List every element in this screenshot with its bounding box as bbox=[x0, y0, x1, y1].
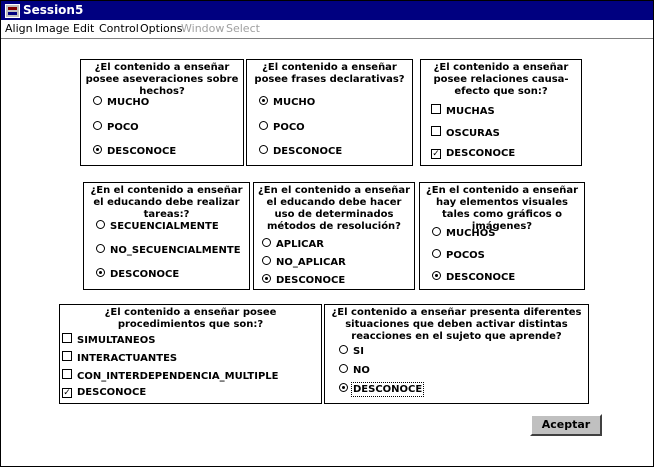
question-panel-situaciones: ¿El contenido a enseñar presenta diferen… bbox=[324, 304, 589, 404]
question-label: ¿El contenido a enseñar posee frases dec… bbox=[254, 62, 405, 85]
option-desconoce[interactable]: DESCONOCE bbox=[432, 271, 515, 283]
radio-button-selected[interactable] bbox=[96, 268, 105, 277]
option-no-aplicar[interactable]: NO_APLICAR bbox=[262, 256, 346, 268]
question-label: ¿El contenido a enseñar posee relaciones… bbox=[433, 62, 569, 97]
radio-button[interactable] bbox=[93, 121, 102, 130]
option-muchas[interactable]: MUCHAS bbox=[431, 104, 495, 117]
menu-window: Window bbox=[181, 22, 225, 35]
checkbox[interactable] bbox=[62, 351, 72, 361]
checkbox[interactable] bbox=[62, 333, 72, 343]
option-mucho[interactable]: MUCHO bbox=[93, 96, 149, 108]
menu-image[interactable]: Image bbox=[35, 22, 69, 35]
window-title: Session5 bbox=[23, 3, 84, 17]
radio-button-selected[interactable] bbox=[432, 271, 441, 280]
question-panel-hechos: ¿El contenido a enseñar posee aseveracio… bbox=[80, 59, 244, 166]
menu-bar: Align Image Edit Control Options Window … bbox=[1, 20, 653, 39]
radio-button[interactable] bbox=[339, 364, 348, 373]
option-desconoce[interactable]: DESCONOCE bbox=[339, 382, 425, 397]
question-label: ¿El contenido a enseñar posee procedimie… bbox=[104, 307, 277, 330]
option-muchos[interactable]: MUCHOS bbox=[432, 227, 495, 239]
question-label: ¿El contenido a enseñar posee aseveracio… bbox=[85, 62, 239, 97]
radio-button[interactable] bbox=[262, 238, 271, 247]
option-mucho[interactable]: MUCHO bbox=[259, 96, 315, 108]
checkbox-checked[interactable]: ✓ bbox=[431, 149, 441, 159]
option-si[interactable]: SI bbox=[339, 345, 364, 357]
checkbox[interactable] bbox=[431, 104, 441, 114]
menu-options[interactable]: Options bbox=[140, 22, 182, 35]
radio-button[interactable] bbox=[96, 244, 105, 253]
option-oscuras[interactable]: OSCURAS bbox=[431, 126, 500, 139]
menu-control[interactable]: Control bbox=[99, 22, 139, 35]
option-desconoce[interactable]: DESCONOCE bbox=[262, 274, 345, 286]
option-desconoce[interactable]: DESCONOCE bbox=[93, 145, 176, 157]
radio-button-selected[interactable] bbox=[339, 383, 348, 392]
option-poco[interactable]: POCO bbox=[93, 121, 139, 133]
question-panel-causa-efecto: ¿El contenido a enseñar posee relaciones… bbox=[420, 59, 582, 166]
radio-button[interactable] bbox=[339, 345, 348, 354]
radio-button[interactable] bbox=[432, 227, 441, 236]
option-desconoce[interactable]: DESCONOCE bbox=[96, 268, 179, 280]
question-panel-tareas: ¿En el contenido a enseñar el educando d… bbox=[83, 182, 250, 290]
option-desconoce[interactable]: DESCONOCE bbox=[259, 145, 342, 157]
session-window: Session5 Align Image Edit Control Option… bbox=[0, 0, 654, 467]
radio-button[interactable] bbox=[96, 220, 105, 229]
checkbox-checked[interactable]: ✓ bbox=[62, 388, 72, 398]
menu-select: Select bbox=[226, 22, 260, 35]
radio-button[interactable] bbox=[259, 145, 268, 154]
question-panel-procedimientos: ¿El contenido a enseñar posee procedimie… bbox=[59, 304, 322, 404]
menu-edit[interactable]: Edit bbox=[73, 22, 94, 35]
option-simultaneos[interactable]: SIMULTANEOS bbox=[62, 333, 155, 346]
option-aplicar[interactable]: APLICAR bbox=[262, 238, 324, 250]
question-panel-metodos: ¿En el contenido a enseñar el educando d… bbox=[253, 182, 415, 290]
radio-button-selected[interactable] bbox=[93, 145, 102, 154]
checkbox[interactable] bbox=[431, 126, 441, 136]
title-bar[interactable]: Session5 bbox=[1, 1, 653, 20]
question-label: ¿En el contenido a enseñar el educando d… bbox=[90, 185, 243, 220]
option-secuencialmente[interactable]: SECUENCIALMENTE bbox=[96, 220, 219, 232]
radio-button[interactable] bbox=[259, 121, 268, 130]
question-label: ¿En el contenido a enseñar el educando d… bbox=[257, 185, 411, 232]
radio-button[interactable] bbox=[432, 249, 441, 258]
accept-button[interactable]: Aceptar bbox=[530, 414, 602, 436]
radio-button[interactable] bbox=[93, 96, 102, 105]
option-no-secuencialmente[interactable]: NO_SECUENCIALMENTE bbox=[96, 244, 241, 256]
menu-align[interactable]: Align bbox=[5, 22, 33, 35]
option-interactuantes[interactable]: INTERACTUANTES bbox=[62, 351, 177, 364]
question-label: ¿En el contenido a enseñar hay elementos… bbox=[425, 185, 579, 232]
option-con-interdependencia-multiple[interactable]: CON_INTERDEPENDENCIA_MULTIPLE bbox=[62, 369, 278, 382]
radio-button-selected[interactable] bbox=[259, 96, 268, 105]
checkbox[interactable] bbox=[62, 369, 72, 379]
question-panel-frases: ¿El contenido a enseñar posee frases dec… bbox=[246, 59, 413, 166]
option-desconoce[interactable]: ✓ DESCONOCE bbox=[431, 148, 515, 159]
option-pocos[interactable]: POCOS bbox=[432, 249, 485, 261]
app-system-icon[interactable] bbox=[5, 4, 20, 18]
radio-button-selected[interactable] bbox=[262, 274, 271, 283]
question-panel-visuales: ¿En el contenido a enseñar hay elementos… bbox=[419, 182, 585, 290]
option-no[interactable]: NO bbox=[339, 364, 370, 376]
option-desconoce[interactable]: ✓ DESCONOCE bbox=[62, 387, 146, 398]
radio-button[interactable] bbox=[262, 256, 271, 265]
option-poco[interactable]: POCO bbox=[259, 121, 305, 133]
question-label: ¿El contenido a enseñar presenta diferen… bbox=[331, 307, 582, 342]
